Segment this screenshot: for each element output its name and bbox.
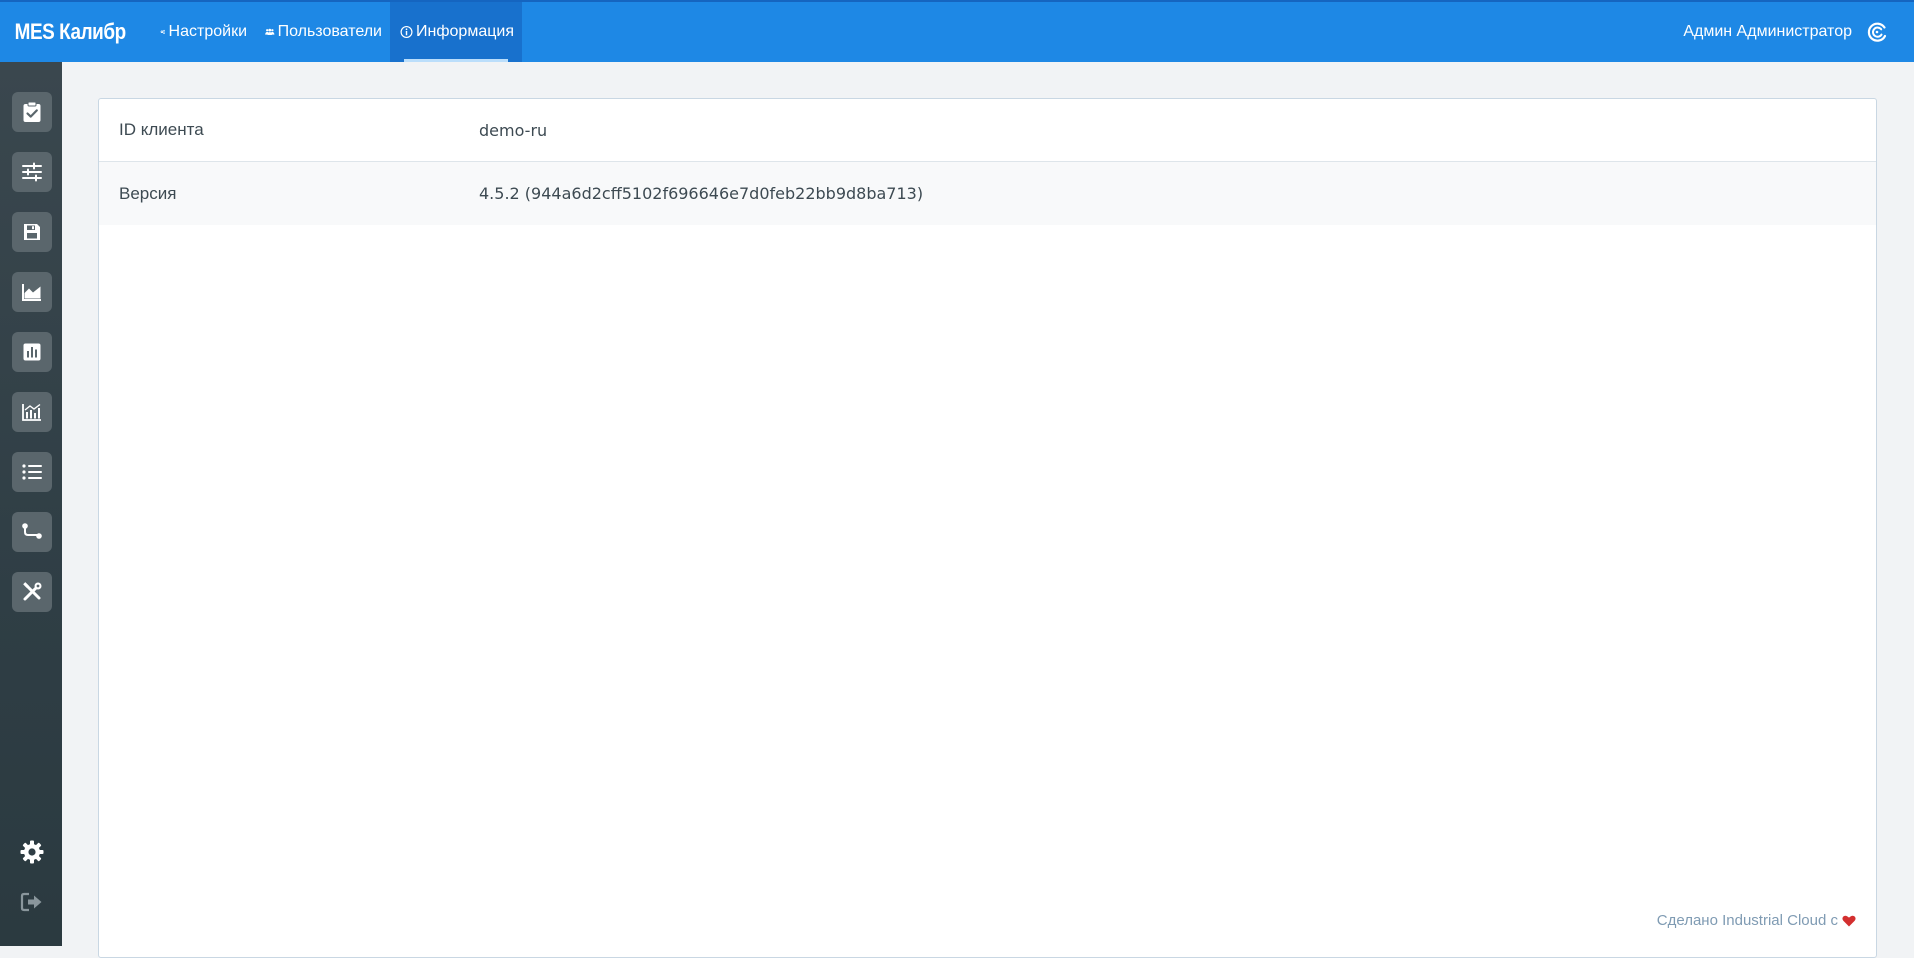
gears-icon [160, 29, 165, 34]
user-menu[interactable]: Админ Администратор [1683, 2, 1866, 62]
nav-users-label: Пользователи [277, 23, 382, 40]
nav-settings[interactable]: Настройки [152, 2, 255, 62]
list-icon [22, 464, 42, 480]
info-circle-icon [400, 26, 413, 38]
sidebar-item-statistics[interactable] [12, 392, 52, 432]
gear-icon [20, 840, 44, 864]
area-chart-icon [22, 284, 41, 301]
footer-credit[interactable]: Сделано Industrial Cloud с [1657, 912, 1856, 929]
sidebar-logout[interactable] [16, 886, 48, 918]
sliders-icon [22, 162, 42, 182]
sidebar-item-tools[interactable] [12, 572, 52, 612]
sidebar-item-analytics[interactable] [12, 272, 52, 312]
tools-icon [23, 582, 42, 601]
sidebar-item-reports[interactable] [12, 332, 52, 372]
main-content: ID клиента demo-ru Версия 4.5.2 (944a6d2… [62, 62, 1914, 958]
client-id-value: demo-ru [479, 120, 548, 140]
industrial-cloud-logo[interactable] [1866, 2, 1914, 62]
footer-credit-text: Сделано Industrial Cloud с [1656, 912, 1838, 929]
client-id-label: ID клиента [119, 120, 204, 139]
version-value: 4.5.2 (944a6d2cff5102f696646e7d0feb22bb9… [479, 184, 924, 203]
sidebar-item-storage[interactable] [12, 212, 52, 252]
clipboard-check-icon [23, 101, 41, 122]
nav-information-label: Информация [416, 23, 514, 40]
sidebar-item-tasks[interactable] [12, 92, 52, 132]
info-row-client-id: ID клиента demo-ru [99, 99, 1876, 162]
version-label: Версия [119, 183, 177, 203]
users-icon [265, 28, 275, 36]
sidebar-item-lists[interactable] [12, 452, 52, 492]
bar-chart-icon [23, 343, 41, 361]
sidebar-item-parameters[interactable] [12, 152, 52, 192]
nav-information[interactable]: Информация [390, 2, 522, 62]
floppy-disk-icon [24, 224, 40, 240]
flow-route-icon [22, 523, 42, 539]
sidebar [0, 62, 62, 946]
line-bar-chart-icon [22, 403, 41, 421]
nav-settings-label: Настройки [168, 23, 247, 40]
top-navbar: MES Калибр Настройки Пользователи Информ… [0, 0, 1914, 62]
logout-icon [20, 892, 42, 912]
info-card: ID клиента demo-ru Версия 4.5.2 (944a6d2… [98, 98, 1877, 958]
sidebar-settings[interactable] [16, 836, 48, 868]
nav-users[interactable]: Пользователи [255, 2, 390, 62]
industrial-cloud-logo-icon [1867, 22, 1887, 42]
sidebar-item-routes[interactable] [12, 512, 52, 552]
app-brand[interactable]: MES Калибр [0, 2, 131, 62]
info-row-version: Версия 4.5.2 (944a6d2cff5102f696646e7d0f… [99, 162, 1876, 225]
heart-icon [1842, 915, 1856, 926]
